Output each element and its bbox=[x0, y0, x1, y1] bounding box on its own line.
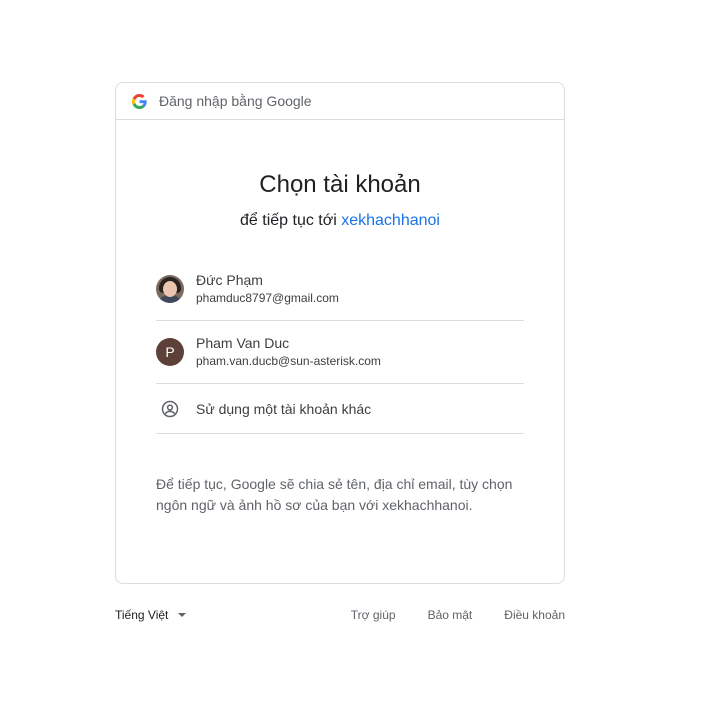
sign-in-card: Đăng nhập bằng Google Chọn tài khoản để … bbox=[115, 82, 565, 584]
avatar bbox=[156, 275, 184, 303]
app-name-link[interactable]: xekhachhanoi bbox=[341, 212, 440, 229]
footer-links: Trợ giúp Bảo mật Điều khoản bbox=[319, 608, 565, 622]
account-circle-icon bbox=[156, 400, 184, 418]
privacy-link[interactable]: Bảo mật bbox=[428, 608, 473, 622]
footer: Tiếng Việt Trợ giúp Bảo mật Điều khoản bbox=[115, 606, 565, 624]
account-name: Pham Van Duc bbox=[196, 335, 290, 351]
help-link[interactable]: Trợ giúp bbox=[351, 608, 396, 622]
account-name: Đức Phạm bbox=[196, 272, 263, 288]
account-list: Đức Phạm phamduc8797@gmail.com P Pham Va… bbox=[156, 258, 524, 434]
caret-down-icon bbox=[178, 613, 187, 617]
account-item[interactable]: Đức Phạm phamduc8797@gmail.com bbox=[156, 258, 524, 321]
header-title: Đăng nhập bằng Google bbox=[159, 93, 312, 109]
account-email: phamduc8797@gmail.com bbox=[196, 291, 339, 305]
avatar: P bbox=[156, 338, 184, 366]
card-header: Đăng nhập bằng Google bbox=[116, 83, 564, 120]
page-title: Chọn tài khoản bbox=[259, 171, 421, 198]
page-subtitle: để tiếp tục tới xekhachhanoi bbox=[116, 212, 564, 230]
subtitle-prefix: để tiếp tục tới bbox=[240, 212, 337, 229]
google-g-icon bbox=[132, 93, 147, 109]
use-another-account-label: Sử dụng một tài khoản khác bbox=[196, 400, 372, 417]
privacy-disclaimer: Để tiếp tục, Google sẽ chia sẻ tên, địa … bbox=[156, 476, 513, 513]
terms-link[interactable]: Điều khoản bbox=[504, 608, 565, 622]
use-another-account-button[interactable]: Sử dụng một tài khoản khác bbox=[156, 384, 524, 434]
language-label: Tiếng Việt bbox=[115, 608, 169, 622]
account-email: pham.van.ducb@sun-asterisk.com bbox=[196, 354, 381, 368]
account-item[interactable]: P Pham Van Duc pham.van.ducb@sun-asteris… bbox=[156, 321, 524, 384]
language-selector[interactable]: Tiếng Việt bbox=[115, 608, 187, 622]
